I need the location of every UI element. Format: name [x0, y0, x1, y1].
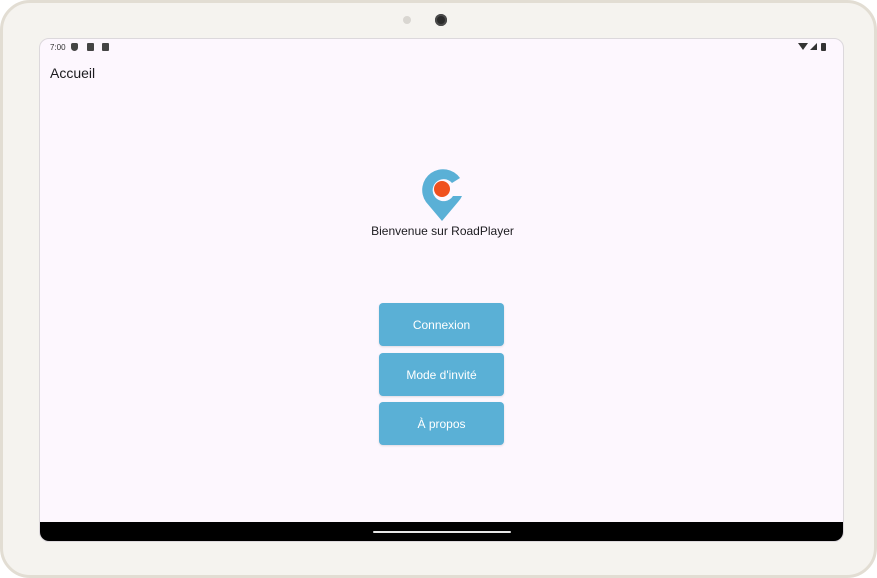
guest-mode-button[interactable]: Mode d'invité — [379, 353, 504, 396]
about-button[interactable]: À propos — [379, 402, 504, 445]
page-title: Accueil — [50, 65, 96, 81]
signal-icon — [810, 43, 817, 50]
sensor-dot — [403, 16, 411, 24]
wifi-icon — [798, 43, 808, 50]
home-gesture-handle[interactable] — [373, 531, 511, 533]
front-camera — [435, 14, 447, 26]
login-button[interactable]: Connexion — [379, 303, 504, 346]
notification-icon — [102, 43, 109, 51]
sim-card-icon — [87, 43, 94, 51]
status-bar: 7:00 — [40, 39, 843, 57]
shield-icon — [71, 43, 78, 51]
tablet-frame: 7:00 Accueil Bienvenue sur RoadPlayer Co… — [0, 0, 877, 578]
status-time: 7:00 — [50, 43, 66, 52]
navigation-bar — [40, 522, 843, 541]
roadplayer-logo-icon — [422, 169, 462, 221]
battery-icon — [821, 43, 826, 51]
app-screen: 7:00 Accueil Bienvenue sur RoadPlayer Co… — [39, 38, 844, 542]
welcome-text: Bienvenue sur RoadPlayer — [371, 224, 514, 238]
